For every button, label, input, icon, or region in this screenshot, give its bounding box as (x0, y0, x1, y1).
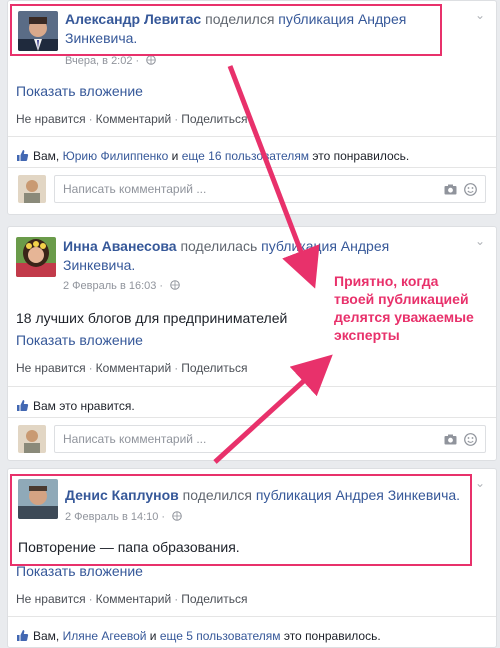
arrow-down (227, 65, 320, 289)
callout-line: твоей публикацией (334, 291, 469, 307)
callout-line: эксперты (334, 327, 400, 343)
callout-text: Приятно, когда твоей публикацией делятся… (334, 272, 500, 344)
callout-line: делятся уважаемые (334, 309, 474, 325)
callout-line: Приятно, когда (334, 273, 439, 289)
arrow-up (213, 354, 333, 464)
